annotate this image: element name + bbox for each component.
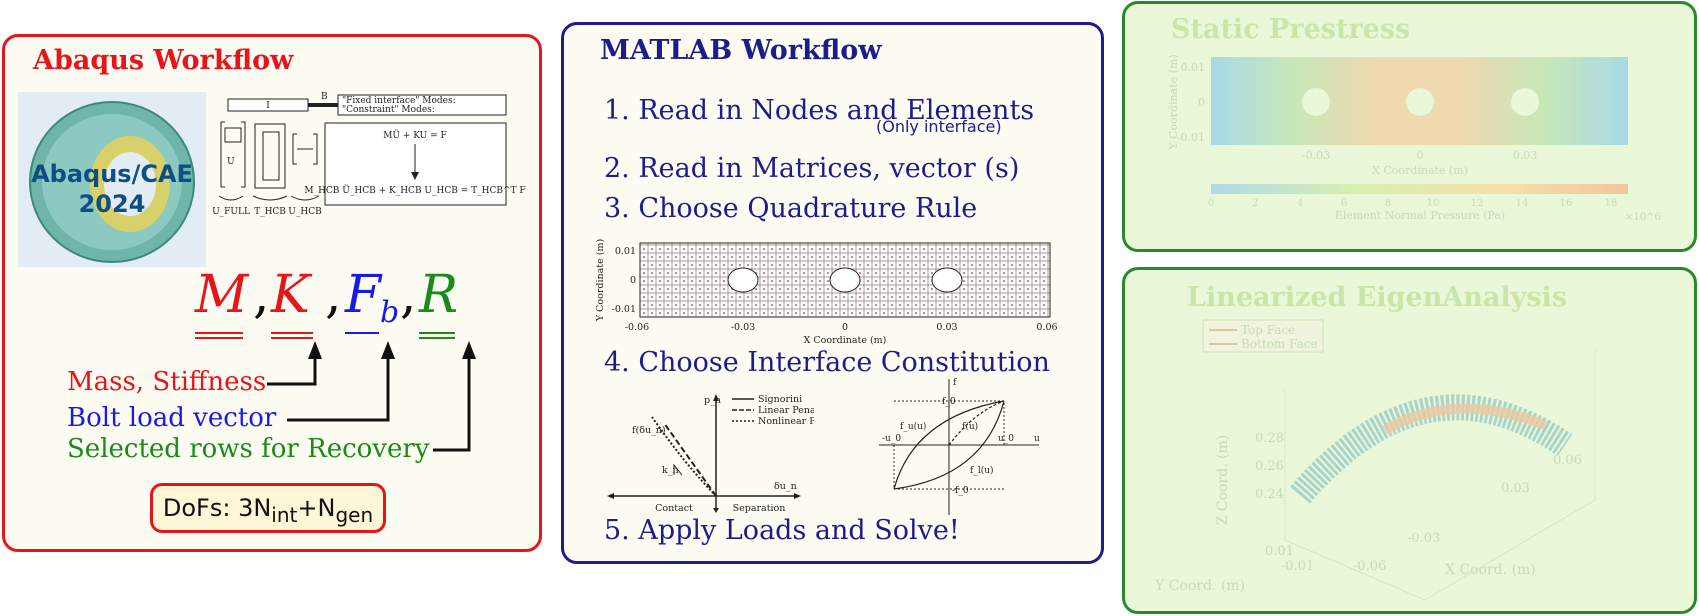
eigen-ytick-2: -0.01 [1281, 559, 1314, 574]
step-2: 2. Read in Matrices, vector (s) [604, 153, 1020, 184]
eigen-xlabel: X Coord. (m) [1445, 562, 1536, 578]
mesh-xtick-4: 0.03 [936, 322, 957, 333]
static-ylabel: Y Coordinate (m) [1167, 54, 1180, 150]
hysteresis-upper-branch: f_u(u) [900, 421, 926, 432]
eigen-ztick-1: 0.28 [1255, 431, 1284, 446]
colorbar-tick: 2 [1252, 198, 1258, 209]
colorbar-exponent: ×10^6 [1625, 212, 1661, 223]
hysteresis-lower-branch: f_l(u) [970, 465, 994, 476]
constitution-slope-label: k_n [662, 465, 679, 476]
hysteresis-mid-branch: f(u) [962, 421, 978, 432]
constitution-yaxis-label: p_n [704, 395, 721, 406]
eigen-ylabel: Y Coord. (m) [1154, 578, 1245, 594]
eigen-xtick-1: -0.06 [1353, 559, 1386, 574]
hysteresis-neg-u0: -u_0 [882, 434, 901, 444]
pressure-contour-plot: 0.01 0 -0.01 Y Coordinate (m) -0.03 0 0.… [1167, 54, 1661, 223]
dofs-prefix: DoFs: 3N [162, 494, 272, 522]
mesh-xlabel: X Coordinate (m) [804, 335, 887, 346]
label-recovery-rows: Selected rows for Recovery [67, 434, 430, 464]
constitution-xaxis-label: δu_n [774, 481, 797, 492]
static-ytick-2: 0 [1198, 96, 1205, 109]
eigenanalysis-panel: Linearized EigenAnalysis Top Face Bottom… [1122, 267, 1697, 614]
quadrature-mesh-plot: -0.06 -0.03 0 0.03 0.06 X Coordinate (m)… [595, 239, 1058, 346]
colorbar-label: Element Normal Pressure (Pa) [1335, 209, 1505, 222]
matlab-workflow-title: MATLAB Workflow [600, 35, 882, 66]
constitution-separation-label: Separation [733, 503, 786, 513]
eigen-ztick-3: 0.24 [1255, 487, 1284, 502]
colorbar-tick: 10 [1427, 198, 1440, 209]
eigen-xtick-3: 0.03 [1501, 481, 1530, 496]
constitution-contact-label: Contact [655, 503, 693, 513]
dofs-sub-int: int [271, 502, 298, 527]
static-ytick-1: 0.01 [1181, 61, 1206, 74]
colorbar-tick: 14 [1516, 198, 1529, 209]
constitution-legend-signorini: Signorini [758, 394, 802, 405]
dofs-sub-gen: gen [335, 502, 374, 527]
step-1-note: (Only interface) [876, 117, 1002, 136]
static-ytick-3: -0.01 [1177, 131, 1205, 144]
dofs-mid: +N [297, 494, 336, 522]
mesh-xtick-1: -0.06 [625, 322, 649, 333]
constitution-curve-label: f(δu_n) [632, 425, 666, 436]
hysteresis-f0: f_0 [942, 397, 956, 407]
eigen-legend-top: Top Face [1241, 323, 1295, 337]
mesh-xtick-5: 0.06 [1036, 322, 1057, 333]
mesh-ytick-3: -0.01 [612, 304, 636, 315]
hysteresis-plot: f u f_0 -f_0 u_0 -u_0 f_u(u) f(u) f_l(u) [879, 378, 1040, 515]
colorbar-tick: 12 [1471, 198, 1484, 209]
mesh-xtick-2: -0.03 [731, 322, 755, 333]
hysteresis-u0: u_0 [998, 434, 1014, 444]
constitution-plot: k_n f(δu_n) p_n δu_n Contact Separation … [607, 394, 814, 513]
eigen-ytick-1: 0.01 [1265, 544, 1294, 559]
dofs-badge: DoFs: 3Nint+Ngen [150, 483, 386, 533]
matrix-underlines-and-arrows [195, 332, 476, 452]
step-5: 5. Apply Loads and Solve! [604, 515, 960, 546]
label-bolt-load: Bolt load vector [67, 403, 277, 433]
hysteresis-f-label: f [953, 378, 957, 388]
hysteresis-neg-f0: -f_0 [952, 486, 969, 496]
abaqus-workflow-panel: Abaqus Workflow Abaqus/CAE 2024 I B "Fix… [2, 34, 542, 552]
mesh-ytick-2: 0 [630, 275, 636, 286]
eigen-xtick-4: 0.06 [1553, 453, 1582, 468]
static-xlabel: X Coordinate (m) [1372, 164, 1468, 177]
static-xtick-3: 0.03 [1513, 149, 1538, 162]
eigen-xtick-2: -0.03 [1407, 531, 1440, 546]
colorbar-tick: 18 [1605, 198, 1618, 209]
colorbar-tick: 0 [1208, 198, 1214, 209]
constitution-legend-nonlinear: Nonlinear Penalty [758, 416, 814, 427]
mode-shape-3d-plot: Top Face Bottom Face 0.28 0.26 0.24 Z Co… [1154, 319, 1596, 601]
step-3: 3. Choose Quadrature Rule [604, 193, 978, 224]
label-mass-stiffness: Mass, Stiffness [67, 367, 267, 397]
colorbar-ticks: 0 2 4 6 8 10 12 14 16 18 [1208, 198, 1618, 209]
colorbar-tick: 16 [1560, 198, 1573, 209]
colorbar-tick: 8 [1385, 198, 1391, 209]
mesh-xtick-3: 0 [842, 322, 848, 333]
mesh-ylabel: Y Coordinate (m) [595, 239, 606, 322]
static-prestress-panel: Static Prestress 0.01 0 -0.01 Y Coordina… [1122, 1, 1697, 252]
eigen-zlabel: Z Coord. (m) [1215, 435, 1231, 526]
colorbar-tick: 4 [1297, 198, 1303, 209]
static-xtick-1: -0.03 [1302, 149, 1330, 162]
mesh-ytick-1: 0.01 [615, 246, 636, 257]
static-xtick-2: 0 [1417, 149, 1424, 162]
step-4: 4. Choose Interface Constitution [604, 347, 1050, 378]
hysteresis-u-label: u [1034, 434, 1040, 444]
colorbar-tick: 6 [1341, 198, 1347, 209]
matlab-workflow-panel: MATLAB Workflow 1. Read in Nodes and Ele… [561, 22, 1104, 564]
eigen-ztick-2: 0.26 [1255, 459, 1284, 474]
constitution-legend-linear: Linear Penalty [758, 405, 814, 416]
eigen-legend-bottom: Bottom Face [1241, 337, 1318, 351]
